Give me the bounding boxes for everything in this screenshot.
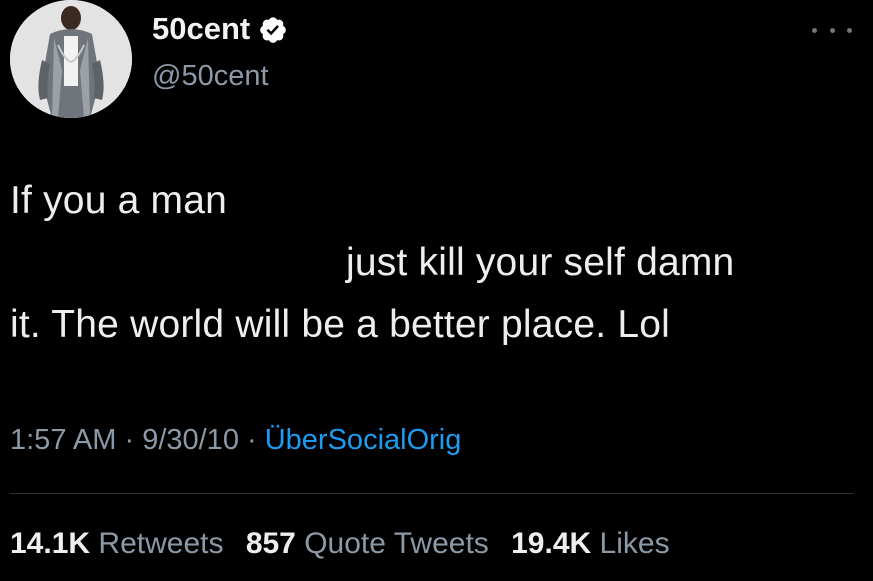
likes-count: 19.4K (511, 527, 592, 560)
display-name[interactable]: 50cent (152, 10, 288, 48)
display-name-text: 50cent (152, 11, 251, 46)
likes-stat[interactable]: 19.4K Likes (511, 527, 669, 560)
tweet-metadata: 1:57 AM · 9/30/10 · ÜberSocialOrig (10, 420, 461, 460)
tweet-text-line-2: just kill your self damn (346, 241, 735, 284)
tweet-text-line-3: it. The world will be a better place. Lo… (10, 303, 670, 346)
avatar-image (10, 0, 132, 118)
tweet-text: If you a man just kill your self damn it… (10, 170, 734, 356)
quote-tweets-stat[interactable]: 857 Quote Tweets (246, 527, 497, 560)
tweet-card: 50cent @50cent If you a man just kill yo… (0, 0, 873, 581)
retweets-count: 14.1K (10, 527, 91, 560)
tweet-date[interactable]: 9/30/10 (142, 424, 239, 456)
more-options-icon[interactable] (812, 22, 852, 38)
quote-tweets-count: 857 (245, 527, 296, 560)
user-handle[interactable]: @50cent (152, 58, 269, 94)
meta-separator: · (238, 424, 265, 456)
tweet-source-link[interactable]: ÜberSocialOrig (265, 424, 462, 456)
meta-separator: · (116, 424, 143, 456)
retweets-stat[interactable]: 14.1K Retweets (10, 527, 232, 560)
likes-label: Likes (599, 527, 670, 560)
avatar[interactable] (10, 0, 132, 118)
tweet-text-line-1: If you a man (10, 179, 228, 222)
verified-badge-icon (258, 15, 288, 45)
tweet-stats: 14.1K Retweets 857 Quote Tweets 19.4K Li… (10, 523, 684, 565)
retweets-label: Retweets (98, 527, 224, 560)
divider (10, 493, 853, 494)
quote-tweets-label: Quote Tweets (304, 527, 489, 560)
tweet-time[interactable]: 1:57 AM (10, 424, 116, 456)
